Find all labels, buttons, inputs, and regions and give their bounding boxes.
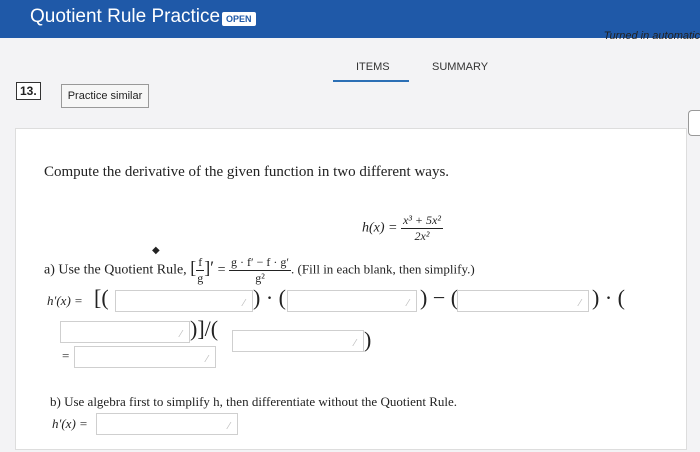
submission-status: Turned in automatic: [603, 30, 700, 42]
blank-g-prime[interactable]: [60, 321, 190, 343]
tab-summary[interactable]: SUMMARY: [432, 61, 488, 73]
simplified-equals: =: [62, 348, 70, 363]
minus-paren-symbol: ) − (: [420, 285, 459, 310]
blank-g[interactable]: [115, 290, 253, 312]
quotient-f: f: [196, 255, 205, 271]
side-panel-toggle[interactable]: [688, 110, 700, 136]
tab-active-indicator: [333, 80, 409, 82]
function-numerator: x³ + 5x²: [401, 213, 443, 229]
blank-f[interactable]: [457, 290, 589, 312]
practice-similar-button[interactable]: Practice similar: [61, 84, 149, 108]
times-paren-symbol-2: ) · (: [592, 285, 625, 310]
status-badge: OPEN: [222, 12, 256, 26]
quotient-rule-fraction: g · f′ − f · g′ g²: [229, 255, 292, 286]
quotient-denominator: g²: [255, 271, 265, 285]
mouse-cursor-icon: ◆: [152, 245, 160, 256]
close-paren-symbol: ): [364, 327, 372, 352]
quotient-equals: =: [217, 262, 226, 278]
function-denominator: 2x²: [414, 229, 430, 243]
header-bar: Quotient Rule Practice OPEN: [0, 0, 700, 38]
part-a-prefix: a) Use the Quotient Rule,: [44, 262, 187, 278]
close-divide-symbol: )]/(: [190, 316, 219, 341]
function-fraction: x³ + 5x² 2x²: [401, 213, 443, 244]
blank-simplified[interactable]: [74, 346, 216, 368]
question-instruction: Compute the derivative of the given func…: [44, 164, 450, 180]
quotient-fg: fg: [196, 255, 205, 286]
times-paren-symbol: ) · (: [253, 285, 286, 310]
question-number: 13.: [16, 82, 41, 100]
page-title: Quotient Rule Practice: [30, 6, 221, 27]
blank-f-prime[interactable]: [287, 290, 417, 312]
hprime-a-label: h′(x) =: [47, 293, 83, 308]
function-lhs: h(x) =: [362, 220, 398, 236]
open-paren-symbol: [(: [94, 285, 109, 310]
blank-part-b[interactable]: [96, 413, 238, 435]
part-a-hint: . (Fill in each blank, then simplify.): [291, 261, 475, 277]
blank-g-squared[interactable]: [232, 330, 364, 352]
tab-items[interactable]: ITEMS: [356, 61, 390, 73]
quotient-numerator: g · f′ − f · g′: [229, 255, 292, 271]
quotient-g: g: [197, 271, 204, 285]
hprime-b-label: h′(x) =: [52, 416, 88, 431]
part-b-instruction: b) Use algebra first to simplify h, then…: [50, 394, 457, 409]
part-a-line: a) Use the Quotient Rule, [f g]′ = g · f′…: [44, 255, 475, 286]
function-definition: h(x) = x³ + 5x² 2x²: [362, 213, 443, 244]
